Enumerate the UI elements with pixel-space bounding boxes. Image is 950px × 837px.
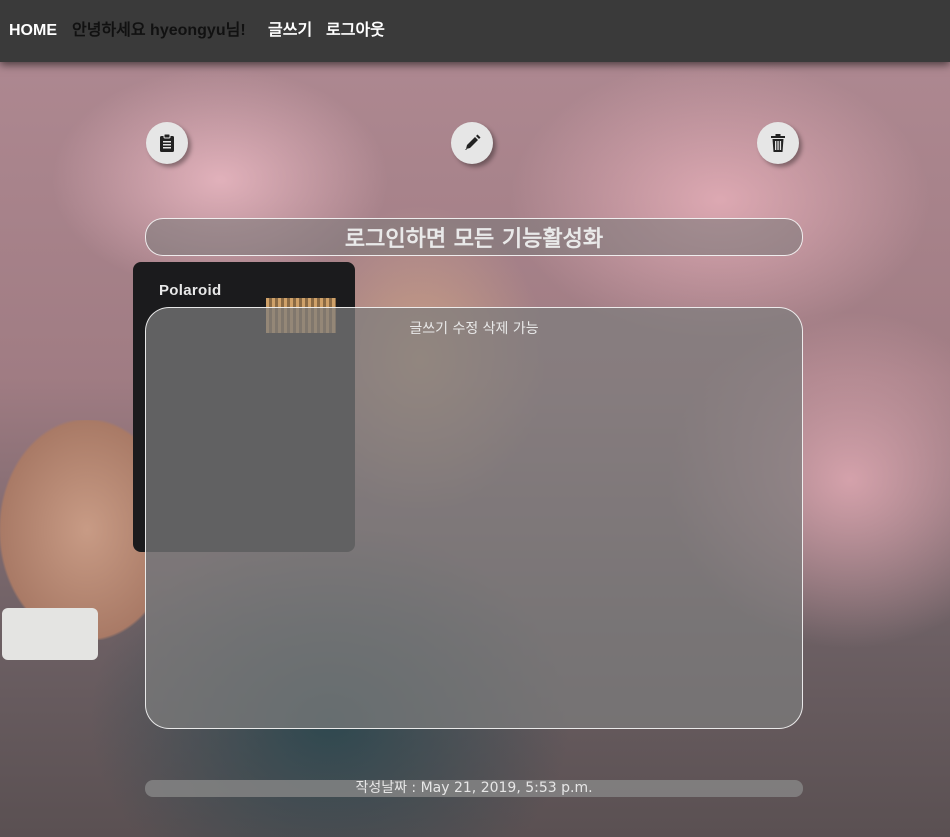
clipboard-icon: [158, 133, 176, 153]
list-button[interactable]: [146, 122, 188, 164]
edit-button[interactable]: [451, 122, 493, 164]
nav-write-link[interactable]: 글쓰기: [268, 21, 312, 41]
background-watch: [2, 608, 98, 660]
nav-logout-link[interactable]: 로그아웃: [326, 21, 385, 41]
camera-brand-logo: Polaroid: [159, 282, 222, 299]
background-hand: [0, 420, 145, 640]
post-date-bar: 작성날짜 : May 21, 2019, 5:53 p.m.: [145, 780, 803, 797]
nav-greeting: 안녕하세요 hyeongyu님!: [72, 22, 246, 39]
post-date: 작성날짜 : May 21, 2019, 5:53 p.m.: [355, 780, 593, 796]
nav-home-link[interactable]: HOME: [9, 21, 57, 41]
post-content-box: 글쓰기 수정 삭제 가능: [145, 307, 803, 729]
post-title: 로그인하면 모든 기능활성화: [344, 227, 604, 252]
pencil-icon: [462, 133, 482, 153]
delete-button[interactable]: [757, 122, 799, 164]
post-title-box: 로그인하면 모든 기능활성화: [145, 218, 803, 256]
top-navbar: HOME 안녕하세요 hyeongyu님! 글쓰기 로그아웃: [0, 0, 950, 62]
trash-icon: [769, 133, 787, 153]
post-content: 글쓰기 수정 삭제 가능: [409, 321, 539, 337]
